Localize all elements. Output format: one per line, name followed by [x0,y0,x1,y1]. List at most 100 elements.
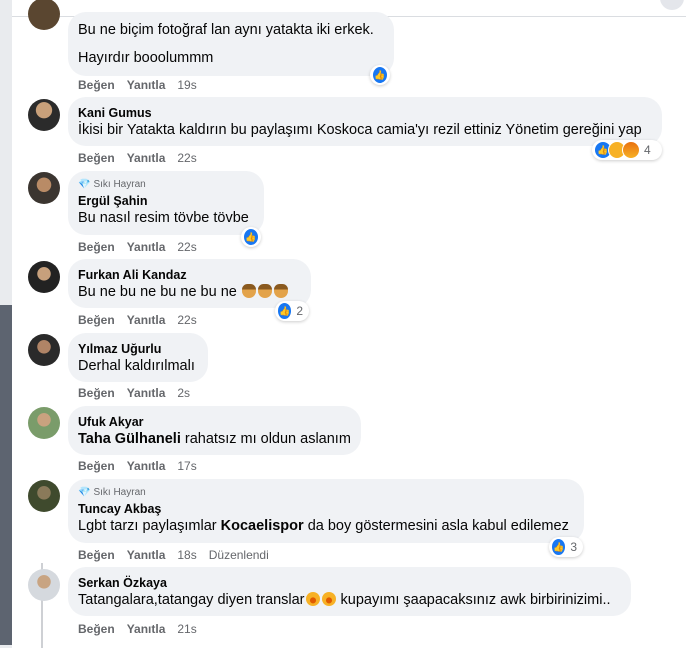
like-button[interactable]: Beğen [78,240,115,254]
fan-badge: 💎 Sıkı Hayran [78,486,574,499]
avatar[interactable] [28,480,60,512]
comment-text: Hayırdır booolummm [78,50,214,66]
avatar[interactable] [28,569,60,601]
like-button[interactable]: Beğen [78,459,115,473]
comment-text-body: rahatsız mı oldun aslanım [184,431,351,447]
avatar[interactable] [28,172,60,204]
badge-label: Sıkı Hayran [93,179,146,190]
comment-text-body: da boy göstermesini asla kabul edilemez [307,518,569,534]
timestamp[interactable]: 22s [177,151,196,165]
mention-link[interactable]: Taha Gülhaneli [78,431,181,447]
comment-text-body: kupayımı şaapacaksınız awk birbirinizimi… [340,592,611,608]
reaction-count: 2 [296,304,303,318]
comment-author[interactable]: Furkan Ali Kandaz [78,267,301,283]
comment-text: İkisi bir Yatakta kaldırın bu paylaşımı … [78,122,642,138]
comment-text: Bu ne bu ne bu ne bu ne [78,283,301,302]
like-button[interactable]: Beğen [78,151,115,165]
reply-button[interactable]: Yanıtla [127,313,166,327]
comment-bubble: Serkan Özkaya Tatangalara,tatangay diyen… [68,567,631,616]
like-icon: 👍 [551,538,567,556]
man-emoji-icon [273,284,288,298]
man-emoji-icon [241,284,256,298]
like-button[interactable]: Beğen [78,313,115,327]
comment-bubble: Yılmaz Uğurlu Derhal kaldırılmalı [68,333,208,382]
like-button[interactable]: Beğen [78,386,115,400]
reaction-summary[interactable]: 👍 3 [549,537,583,557]
reaction-count: 3 [570,540,577,554]
like-icon: 👍 [243,228,259,246]
avatar[interactable] [28,334,60,366]
avatar[interactable] [28,99,60,131]
comment-author[interactable]: Serkan Özkaya [78,575,621,591]
background-photo [0,305,12,645]
reaction-count: 4 [644,143,651,157]
edited-label[interactable]: Düzenlendi [209,548,269,562]
timestamp[interactable]: 2s [177,386,190,400]
close-button[interactable] [660,0,684,10]
comment-bubble: Bu ne biçim fotoğraf lan aynı yatakta ik… [68,12,394,76]
badge-label: Sıkı Hayran [93,487,146,498]
reply-button[interactable]: Yanıtla [127,78,166,92]
comment-bubble: 💎 Sıkı Hayran Ergül Şahin Bu nasıl resim … [68,171,264,235]
angry-icon [622,141,640,159]
comment-text-body: Bu ne bu ne bu ne bu ne [78,284,237,300]
comment-text-body: Lgbt tarzı paylaşımlar [78,518,217,534]
background-page-strip [0,0,12,648]
like-icon: 👍 [372,66,388,84]
comment-actions: Beğen Yanıtla 22s [78,151,197,165]
like-button[interactable]: Beğen [78,622,115,636]
comment-bubble: Ufuk Akyar Taha Gülhaneli rahatsız mı ol… [68,406,361,455]
avatar[interactable] [28,261,60,293]
comment-actions: Beğen Yanıtla 2s [78,386,190,400]
timestamp[interactable]: 22s [177,240,196,254]
reply-button[interactable]: Yanıtla [127,151,166,165]
comment-actions: Beğen Yanıtla 21s [78,622,197,636]
comment-author[interactable]: Kani Gumus [78,105,652,121]
comment-author[interactable]: Yılmaz Uğurlu [78,341,198,357]
reply-button[interactable]: Yanıtla [127,386,166,400]
comment-actions: Beğen Yanıtla 19s [78,78,197,92]
reaction-summary[interactable]: 👍 2 [275,301,309,321]
like-button[interactable]: Beğen [78,548,115,562]
comment-text-body: Tatangalara,tatangay diyen translar [78,592,305,608]
comment-actions: Beğen Yanıtla 17s [78,459,197,473]
laughing-emoji-icon [305,592,320,606]
mention-link[interactable]: Kocaelispor [221,518,304,534]
comment-text: Bu nasıl resim tövbe tövbe [78,210,249,226]
reply-button[interactable]: Yanıtla [127,459,166,473]
comment-text: Lgbt tarzı paylaşımlar Kocaelispor da bo… [78,517,574,536]
reply-button[interactable]: Yanıtla [127,240,166,254]
comment-author[interactable]: Ufuk Akyar [78,414,351,430]
comment-text: Taha Gülhaneli rahatsız mı oldun aslanım [78,430,351,449]
comment-actions: Beğen Yanıtla 22s [78,313,197,327]
comment-author[interactable]: Ergül Şahin [78,193,254,209]
reaction-summary[interactable]: 👍 [241,227,261,247]
comment-bubble: Furkan Ali Kandaz Bu ne bu ne bu ne bu n… [68,259,311,308]
reaction-summary[interactable]: 👍 4 [592,140,662,160]
comment-actions: Beğen Yanıtla 18s Düzenlendi [78,548,269,562]
comment-bubble: Kani Gumus İkisi bir Yatakta kaldırın bu… [68,97,662,146]
fan-badge: 💎 Sıkı Hayran [78,178,254,191]
like-button[interactable]: Beğen [78,78,115,92]
avatar[interactable] [28,407,60,439]
laughing-emoji-icon [321,592,336,606]
comment-text: Derhal kaldırılmalı [78,358,195,374]
comment-author[interactable]: Tuncay Akbaş [78,501,574,517]
reaction-summary[interactable]: 👍 [370,65,390,85]
comment-text: Bu ne biçim fotoğraf lan aynı yatakta ik… [78,22,374,38]
diamond-icon: 💎 [78,487,91,498]
reply-button[interactable]: Yanıtla [127,622,166,636]
timestamp[interactable]: 21s [177,622,196,636]
comment-bubble: 💎 Sıkı Hayran Tuncay Akbaş Lgbt tarzı pay… [68,479,584,543]
like-icon: 👍 [277,302,293,320]
comment-text: Tatangalara,tatangay diyen translar kupa… [78,591,621,610]
man-emoji-icon [257,284,272,298]
timestamp[interactable]: 17s [177,459,196,473]
comment-actions: Beğen Yanıtla 22s [78,240,197,254]
timestamp[interactable]: 19s [177,78,196,92]
reply-button[interactable]: Yanıtla [127,548,166,562]
avatar[interactable] [28,0,60,30]
diamond-icon: 💎 [78,179,91,190]
timestamp[interactable]: 18s [177,548,196,562]
timestamp[interactable]: 22s [177,313,196,327]
